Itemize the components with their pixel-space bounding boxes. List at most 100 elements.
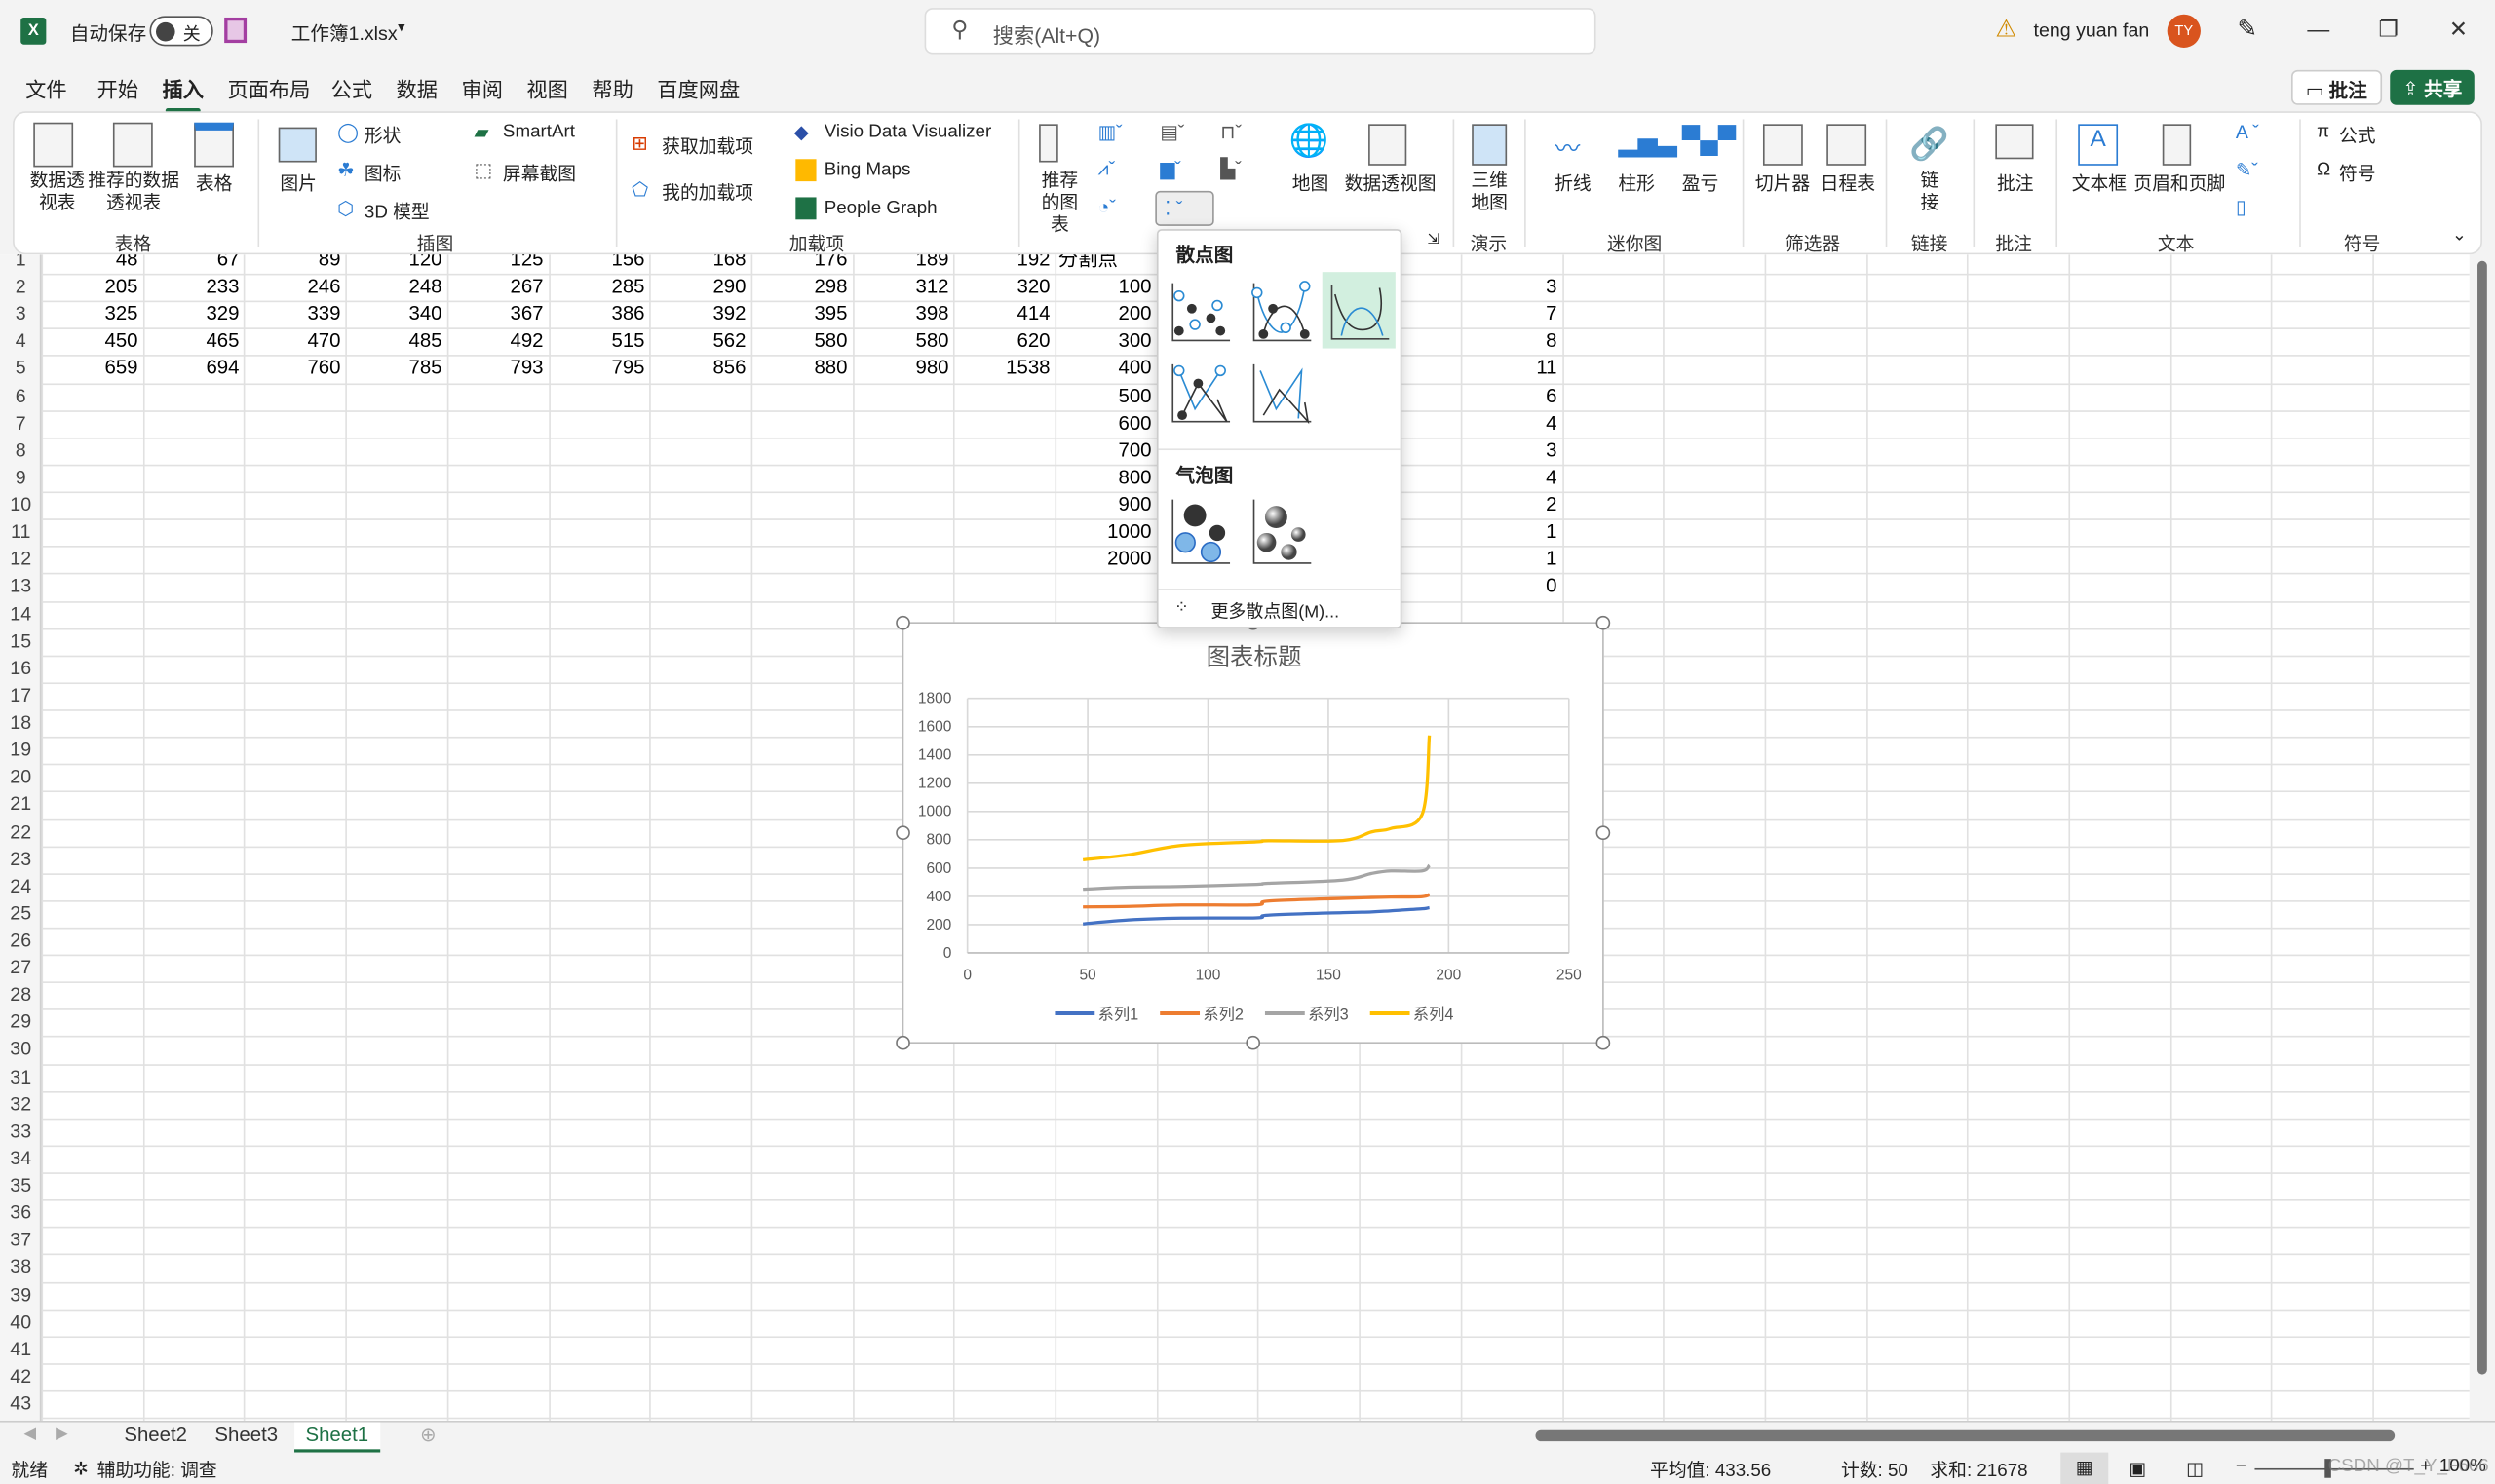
cell[interactable]: 192 xyxy=(957,254,1050,274)
ribbon-collapse-icon[interactable]: ⌄ xyxy=(2452,224,2467,246)
cell[interactable]: 233 xyxy=(146,274,239,301)
cell[interactable]: 515 xyxy=(552,328,644,356)
zoom-out-icon[interactable]: − xyxy=(2236,1458,2246,1477)
cell[interactable]: 760 xyxy=(248,356,340,383)
row-header[interactable]: 26 xyxy=(0,928,41,955)
row-header[interactable]: 1 xyxy=(0,254,41,274)
tab-home[interactable]: 开始 xyxy=(97,73,138,103)
vertical-scrollbar[interactable] xyxy=(2469,254,2495,1421)
resize-handle[interactable] xyxy=(896,615,910,630)
my-addins-button[interactable]: 我的加载项 xyxy=(662,179,753,205)
sparkline-winloss-button[interactable]: 盈亏 xyxy=(1682,171,1719,196)
tab-page-layout[interactable]: 页面布局 xyxy=(227,73,310,103)
resize-handle[interactable] xyxy=(1246,1035,1261,1050)
row-header[interactable]: 27 xyxy=(0,955,41,982)
row-header[interactable]: 25 xyxy=(0,900,41,928)
slicer-button[interactable]: 切片器 xyxy=(1755,171,1810,196)
cell[interactable]: 200 xyxy=(1058,301,1151,328)
recommended-pivot-button[interactable]: 推荐的数据透视表 xyxy=(88,171,180,215)
row-header[interactable]: 8 xyxy=(0,438,41,465)
row-header[interactable]: 22 xyxy=(0,818,41,846)
row-header[interactable]: 35 xyxy=(0,1172,41,1199)
tab-insert[interactable]: 插入 xyxy=(163,73,204,113)
row-header[interactable]: 30 xyxy=(0,1037,41,1064)
row-header[interactable]: 42 xyxy=(0,1363,41,1390)
cell[interactable]: 414 xyxy=(957,301,1050,328)
cell[interactable]: 156 xyxy=(552,254,644,274)
cell[interactable]: 6 xyxy=(1464,383,1556,410)
cell[interactable]: 398 xyxy=(856,301,948,328)
row-header[interactable]: 39 xyxy=(0,1281,41,1309)
search-box[interactable]: ⚲ 搜索(Alt+Q) xyxy=(924,8,1596,55)
pivot-table-button[interactable]: 数据透视表 xyxy=(25,171,89,215)
row-header[interactable]: 6 xyxy=(0,383,41,410)
wordart-icon[interactable]: A ˇ xyxy=(2236,121,2259,143)
column-chart-icon[interactable]: ▥ˇ xyxy=(1098,121,1123,143)
scatter-smooth-markers-option[interactable] xyxy=(1245,274,1318,350)
cell[interactable]: 900 xyxy=(1058,492,1151,519)
row-header[interactable]: 17 xyxy=(0,682,41,709)
cell[interactable]: 168 xyxy=(653,254,746,274)
tab-help[interactable]: 帮助 xyxy=(592,73,633,103)
cell[interactable]: 189 xyxy=(856,254,948,274)
cell[interactable]: 470 xyxy=(248,328,340,356)
pie-chart-icon[interactable]: ◔ˇ xyxy=(1098,196,1116,218)
search-input[interactable]: 搜索(Alt+Q) xyxy=(993,19,1100,50)
row-header[interactable]: 13 xyxy=(0,573,41,600)
row-header[interactable]: 2 xyxy=(0,274,41,301)
cell[interactable]: 205 xyxy=(45,274,137,301)
cell[interactable]: 395 xyxy=(754,301,847,328)
statistic-chart-icon[interactable]: ▆ˇ xyxy=(1160,158,1181,180)
cell[interactable]: 100 xyxy=(1058,274,1151,301)
new-comment-button[interactable]: 批注 xyxy=(1997,171,2034,196)
row-header[interactable]: 9 xyxy=(0,465,41,492)
avatar[interactable]: TY xyxy=(2167,14,2201,48)
cell[interactable]: 1538 xyxy=(957,356,1050,383)
object-icon[interactable]: ▯ xyxy=(2236,196,2246,218)
sparkline-line-button[interactable]: 折线 xyxy=(1555,171,1592,196)
scatter-option[interactable] xyxy=(1163,274,1236,350)
pivot-chart-button[interactable]: 数据透视图 xyxy=(1345,171,1437,196)
close-button[interactable]: ✕ xyxy=(2440,16,2476,48)
cell[interactable]: 0 xyxy=(1464,573,1556,600)
bubble-option[interactable] xyxy=(1163,493,1236,569)
warning-icon[interactable]: ⚠ xyxy=(1995,15,2016,43)
accessibility-status[interactable]: 辅助功能: 调查 xyxy=(97,1458,217,1483)
dialog-launcher-icon[interactable]: ⇲ xyxy=(1427,231,1439,248)
cell[interactable]: 125 xyxy=(450,254,543,274)
cell[interactable]: 856 xyxy=(653,356,746,383)
cell[interactable]: 4 xyxy=(1464,465,1556,492)
cell[interactable]: 325 xyxy=(45,301,137,328)
normal-view-icon[interactable]: ▦ xyxy=(2060,1452,2109,1484)
header-footer-button[interactable]: 页眉和页脚 xyxy=(2133,171,2225,196)
picture-button[interactable]: 图片 xyxy=(280,171,317,196)
cell[interactable]: 8 xyxy=(1464,328,1556,356)
3d-map-button[interactable]: 三维地图 xyxy=(1462,171,1516,215)
cell[interactable]: 580 xyxy=(754,328,847,356)
resize-handle[interactable] xyxy=(896,825,910,841)
cell[interactable]: 580 xyxy=(856,328,948,356)
scatter-chart-button[interactable]: ⁚ ˇ xyxy=(1155,190,1214,226)
hierarchy-chart-icon[interactable]: ▤ˇ xyxy=(1160,121,1184,143)
icons-button[interactable]: 图标 xyxy=(365,161,402,186)
cell[interactable]: 312 xyxy=(856,274,948,301)
cell[interactable]: 880 xyxy=(754,356,847,383)
user-name[interactable]: teng yuan fan xyxy=(2034,19,2150,42)
recommended-charts-button[interactable]: 推荐的图表 xyxy=(1033,171,1088,238)
cell[interactable]: 120 xyxy=(349,254,441,274)
bubble-3d-option[interactable] xyxy=(1245,493,1318,569)
row-header[interactable]: 34 xyxy=(0,1145,41,1172)
cell[interactable]: 分割点 xyxy=(1058,254,1152,274)
row-header[interactable]: 21 xyxy=(0,791,41,818)
people-graph-button[interactable]: People Graph xyxy=(825,199,938,218)
line-chart-icon[interactable]: ⩘ˇ xyxy=(1098,158,1116,181)
cell[interactable]: 339 xyxy=(248,301,340,328)
row-header[interactable]: 28 xyxy=(0,982,41,1009)
row-header[interactable]: 32 xyxy=(0,1091,41,1119)
accessibility-icon[interactable]: ✲ xyxy=(73,1458,89,1480)
tab-data[interactable]: 数据 xyxy=(397,73,438,103)
cell[interactable]: 2000 xyxy=(1058,547,1151,574)
cell[interactable]: 392 xyxy=(653,301,746,328)
cell[interactable]: 300 xyxy=(1058,328,1151,356)
cell[interactable]: 48 xyxy=(45,254,138,274)
